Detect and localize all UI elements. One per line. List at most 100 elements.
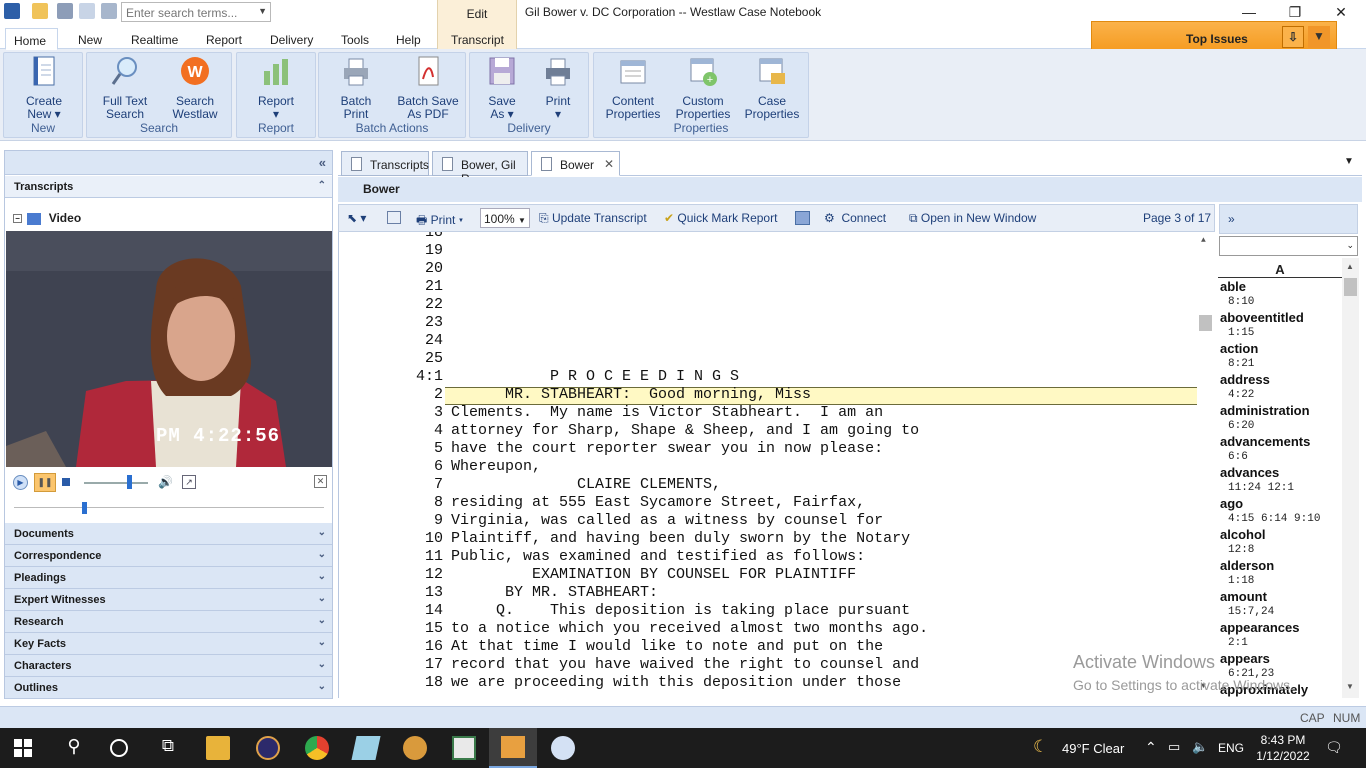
content-properties-button[interactable]: Content Properties bbox=[598, 55, 668, 121]
windows-start-icon[interactable] bbox=[14, 739, 32, 757]
scroll-up-icon[interactable]: ▲ bbox=[1346, 262, 1354, 271]
chevron-down-icon[interactable]: ▼ bbox=[518, 216, 526, 225]
batch-print-button[interactable]: Batch Print bbox=[323, 55, 389, 121]
transcript-line[interactable]: Clements. My name is Victor Stabheart. I… bbox=[451, 404, 883, 422]
chevron-up-icon[interactable]: ⌃ bbox=[318, 180, 326, 191]
transcript-line[interactable]: record that you have waived the right to… bbox=[451, 656, 919, 674]
transcript-line[interactable]: At that time I would like to note and pu… bbox=[451, 638, 883, 656]
quick-mark-report-button[interactable]: ✔ Quick Mark Report bbox=[664, 211, 777, 225]
full-text-search-button[interactable]: Full Text Search bbox=[91, 55, 159, 121]
report-button[interactable]: Report ▾ bbox=[245, 55, 307, 121]
doc-tab-transcripts[interactable]: Transcripts bbox=[341, 151, 429, 176]
vertical-scrollbar[interactable]: ▲ ▼ bbox=[1197, 232, 1214, 698]
notepad-icon[interactable] bbox=[351, 736, 381, 760]
open-new-window-button[interactable]: ⧉ Open in New Window bbox=[909, 211, 1036, 226]
index-reference[interactable]: 6:20 bbox=[1228, 420, 1254, 432]
transcript-line[interactable]: CLAIRE CLEMENTS, bbox=[451, 476, 721, 494]
notification-icon[interactable]: 🗨 bbox=[1325, 739, 1343, 756]
word-index[interactable]: A able 8:10 aboveentitled 1:15 action 8:21 add… bbox=[1218, 258, 1359, 698]
section-outlines[interactable]: Outlines ⌄ bbox=[5, 677, 332, 699]
chevron-down-icon[interactable]: ⌄ bbox=[318, 527, 326, 538]
expand-right-icon[interactable]: » bbox=[1228, 212, 1235, 226]
tab-home[interactable]: Home bbox=[5, 28, 58, 50]
transcript-line[interactable]: EXAMINATION BY COUNSEL FOR PLAINTIFF bbox=[451, 566, 856, 584]
index-word[interactable]: advances bbox=[1220, 465, 1279, 480]
video-node[interactable]: − Video bbox=[13, 211, 81, 225]
index-word[interactable]: able bbox=[1220, 279, 1246, 294]
doc-tab-bower[interactable]: Bower ✕ bbox=[531, 151, 620, 176]
app-window-icon[interactable] bbox=[452, 736, 476, 760]
transcripts-section-header[interactable]: Transcripts ⌃ bbox=[5, 176, 332, 198]
scroll-up-icon[interactable]: ▲ bbox=[1201, 236, 1206, 245]
chevron-down-icon[interactable]: ⌄ bbox=[1346, 240, 1354, 251]
index-reference[interactable]: 11:24 12:1 bbox=[1228, 482, 1294, 494]
index-word[interactable]: appears bbox=[1220, 651, 1270, 666]
chevron-down-icon[interactable]: ⌄ bbox=[318, 549, 326, 560]
batch-save-pdf-button[interactable]: Batch Save As PDF bbox=[393, 55, 463, 121]
tab-realtime[interactable]: Realtime bbox=[123, 28, 186, 50]
transcript-line[interactable]: Public, was examined and testified as fo… bbox=[451, 548, 865, 566]
custom-properties-button[interactable]: + Custom Properties bbox=[668, 55, 738, 121]
tab-help[interactable]: Help bbox=[388, 28, 429, 50]
chevron-up-icon[interactable]: ⌃ bbox=[1145, 739, 1157, 756]
cortana-icon[interactable] bbox=[110, 739, 128, 757]
transcript-line[interactable]: Virginia, was called as a witness by cou… bbox=[451, 512, 883, 530]
stop-icon[interactable] bbox=[62, 478, 70, 486]
index-word[interactable]: amount bbox=[1220, 589, 1267, 604]
case-notebook-taskbar-button[interactable] bbox=[489, 728, 537, 768]
case-properties-button[interactable]: Case Properties bbox=[738, 55, 806, 121]
collapse-left-icon[interactable]: « bbox=[319, 155, 326, 170]
speaker-icon[interactable]: 🔊 bbox=[158, 475, 173, 489]
update-transcript-button[interactable]: ⎘ Update Transcript bbox=[539, 211, 647, 226]
transcript-line[interactable]: Q. This deposition is taking place pursu… bbox=[451, 602, 910, 620]
section-key-facts[interactable]: Key Facts ⌄ bbox=[5, 633, 332, 655]
paint-icon[interactable] bbox=[403, 736, 427, 760]
position-slider[interactable] bbox=[82, 502, 87, 514]
index-reference[interactable]: 15:7,24 bbox=[1228, 606, 1274, 618]
index-word[interactable]: alcohol bbox=[1220, 527, 1266, 542]
video-sync-icon[interactable] bbox=[795, 211, 810, 225]
connect-button[interactable]: ⚙ Connect bbox=[824, 211, 886, 225]
index-reference[interactable]: 8:10 bbox=[1228, 296, 1254, 308]
index-word[interactable]: alderson bbox=[1220, 558, 1274, 573]
print-dropdown[interactable]: 🖶 Print ▾ bbox=[416, 211, 463, 232]
transcript-line[interactable]: Plaintiff, and having been duly sworn by… bbox=[451, 530, 910, 548]
section-documents[interactable]: Documents ⌄ bbox=[5, 523, 332, 545]
select-tool-icon[interactable]: ⬉ ▾ bbox=[347, 211, 366, 225]
index-word[interactable]: address bbox=[1220, 372, 1270, 387]
create-new-button[interactable]: Create New ▾ bbox=[14, 55, 74, 121]
popout-icon[interactable]: ↗ bbox=[182, 475, 196, 489]
tab-tools[interactable]: Tools bbox=[333, 28, 377, 50]
chevron-down-icon[interactable]: ▼ bbox=[1308, 26, 1330, 48]
index-reference[interactable]: 8:21 bbox=[1228, 358, 1254, 370]
transcript-line[interactable]: we are proceeding with this deposition u… bbox=[451, 674, 901, 692]
tab-report[interactable]: Report bbox=[198, 28, 250, 50]
language-indicator[interactable]: ENG bbox=[1218, 741, 1244, 755]
index-reference[interactable]: 4:15 6:14 9:10 bbox=[1228, 513, 1320, 525]
index-reference[interactable]: 12:8 bbox=[1228, 544, 1254, 556]
volume-icon[interactable]: 🔈 bbox=[1192, 739, 1208, 755]
section-pleadings[interactable]: Pleadings ⌄ bbox=[5, 567, 332, 589]
save-as-button[interactable]: Save As ▾ bbox=[476, 55, 528, 121]
index-word[interactable]: ago bbox=[1220, 496, 1243, 511]
volume-slider[interactable] bbox=[127, 475, 132, 489]
transcript-line[interactable]: residing at 555 East Sycamore Street, Fa… bbox=[451, 494, 865, 512]
section-research[interactable]: Research ⌄ bbox=[5, 611, 332, 633]
play-icon[interactable]: ▶ bbox=[13, 475, 28, 490]
index-filter-select[interactable]: ⌄ bbox=[1219, 236, 1358, 256]
scroll-thumb[interactable] bbox=[1199, 315, 1212, 331]
chrome-icon[interactable] bbox=[305, 736, 329, 760]
section-expert-witnesses[interactable]: Expert Witnesses ⌄ bbox=[5, 589, 332, 611]
pause-icon[interactable]: ❚❚ bbox=[34, 473, 56, 492]
network-icon[interactable]: ▭ bbox=[1168, 739, 1180, 755]
tab-list-chevron-icon[interactable]: ▼ bbox=[1344, 156, 1354, 167]
index-reference[interactable]: 2:1 bbox=[1228, 637, 1248, 649]
tab-delivery[interactable]: Delivery bbox=[262, 28, 321, 50]
top-issues-panel[interactable]: Top Issues ⇩ ▼ bbox=[1091, 21, 1337, 51]
video-player[interactable]: PM 4:22:56 bbox=[6, 231, 332, 467]
index-reference[interactable]: 1:18 bbox=[1228, 575, 1254, 587]
index-word[interactable]: advancements bbox=[1220, 434, 1310, 449]
transcript-line[interactable]: MR. STABHEART: Good morning, Miss bbox=[451, 386, 811, 404]
zoom-select[interactable]: 100% ▼ bbox=[480, 208, 530, 228]
dock-icon[interactable]: ⇩ bbox=[1282, 26, 1304, 48]
